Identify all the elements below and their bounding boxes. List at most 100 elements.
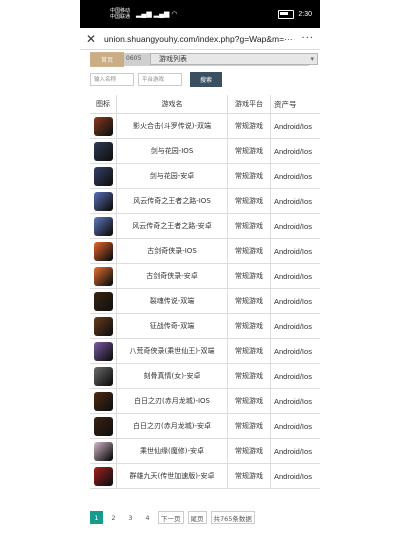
game-asset: Android/Ios (270, 113, 320, 139)
game-asset: Android/Ios (270, 163, 320, 189)
game-name[interactable]: 影火合击(斗罗传说)-双端 (116, 113, 228, 139)
table-row[interactable]: 八荒奇侠录(乘世仙王)-双端 常规游戏 Android/Ios (90, 338, 320, 364)
phone-screen: 中国移动 中国联通 ▂▄▆ ▂▄▆ ◠ 2:30 ✕ union.shuangy… (80, 0, 320, 533)
game-name[interactable]: 群雄九天(传世加速版)-安卓 (116, 463, 228, 489)
game-platform: 常规游戏 (227, 363, 271, 389)
game-name[interactable]: 白日之刃(赤月龙城)-IOS (116, 388, 228, 414)
game-asset: Android/Ios (270, 338, 320, 364)
clock: 2:30 (298, 10, 312, 18)
game-name[interactable]: 古剑奇侠录-IOS (116, 238, 228, 264)
game-name[interactable]: 乘世仙缘(魔修)-安卓 (116, 438, 228, 464)
game-table: 图标 游戏名 游戏平台 资产号 影火合击(斗罗传说)-双端 常规游戏 Android… (90, 95, 320, 489)
game-asset: Android/Ios (270, 288, 320, 314)
header-name: 游戏名 (116, 95, 228, 114)
game-name[interactable]: 剑与花园-安卓 (116, 163, 228, 189)
table-row[interactable]: 群雄九天(传世加速版)-安卓 常规游戏 Android/Ios (90, 463, 320, 489)
search-button[interactable]: 搜索 (190, 71, 222, 87)
game-platform: 常规游戏 (227, 238, 271, 264)
game-asset: Android/Ios (270, 263, 320, 289)
filter-bar: 输入名称 平台游戏 搜索 (90, 71, 310, 87)
table-row[interactable]: 影火合击(斗罗传说)-双端 常规游戏 Android/Ios (90, 113, 320, 139)
game-icon[interactable] (93, 291, 113, 311)
close-icon[interactable]: ✕ (86, 32, 100, 46)
game-icon[interactable] (93, 341, 113, 361)
game-icon[interactable] (93, 116, 113, 136)
page-3[interactable]: 3 (124, 511, 137, 524)
game-asset: Android/Ios (270, 363, 320, 389)
game-platform: 常规游戏 (227, 438, 271, 464)
game-icon[interactable] (93, 416, 113, 436)
game-icon[interactable] (93, 391, 113, 411)
game-icon[interactable] (93, 466, 113, 486)
header-asset: 资产号 (270, 95, 320, 114)
last-page-button[interactable]: 尾页 (187, 511, 207, 524)
game-platform: 常规游戏 (227, 388, 271, 414)
page-1[interactable]: 1 (90, 511, 103, 524)
game-asset: Android/Ios (270, 138, 320, 164)
game-name[interactable]: 八荒奇侠录(乘世仙王)-双端 (116, 338, 228, 364)
game-asset: Android/Ios (270, 238, 320, 264)
table-row[interactable]: 古剑奇侠录-安卓 常规游戏 Android/Ios (90, 263, 320, 289)
game-name[interactable]: 古剑奇侠录-安卓 (116, 263, 228, 289)
table-row[interactable]: 剑与花园-IOS 常规游戏 Android/Ios (90, 138, 320, 164)
game-name[interactable]: 风云传奇之王者之路-安卓 (116, 213, 228, 239)
table-row[interactable]: 白日之刃(赤月龙城)-IOS 常规游戏 Android/Ios (90, 388, 320, 414)
game-platform: 常规游戏 (227, 113, 271, 139)
game-name[interactable]: 风云传奇之王者之路-IOS (116, 188, 228, 214)
signal-icon: ▂▄▆ ▂▄▆ ◠ (136, 11, 178, 18)
game-platform: 常规游戏 (227, 188, 271, 214)
game-name[interactable]: 征战传奇-双端 (116, 313, 228, 339)
header-icon: 图标 (90, 95, 117, 114)
platform-select[interactable]: 平台游戏 (138, 72, 182, 86)
game-platform: 常规游戏 (227, 263, 271, 289)
game-icon[interactable] (93, 216, 113, 236)
game-name[interactable]: 裂魂传说-双端 (116, 288, 228, 314)
game-platform: 常规游戏 (227, 463, 271, 489)
game-asset: Android/Ios (270, 438, 320, 464)
table-row[interactable]: 乘世仙缘(魔修)-安卓 常规游戏 Android/Ios (90, 438, 320, 464)
game-platform: 常规游戏 (227, 213, 271, 239)
header-platform: 游戏平台 (227, 95, 271, 114)
game-list-select[interactable]: 游戏列表 (150, 53, 318, 65)
game-name[interactable]: 剑与花园-IOS (116, 138, 228, 164)
next-page-button[interactable]: 下一页 (158, 511, 184, 524)
game-platform: 常规游戏 (227, 313, 271, 339)
game-asset: Android/Ios (270, 463, 320, 489)
url-text[interactable]: union.shuangyouhy.com/index.php?g=Wap&m=… (100, 34, 301, 44)
table-row[interactable]: 白日之刃(赤月龙城)-安卓 常规游戏 Android/Ios (90, 413, 320, 439)
game-icon[interactable] (93, 366, 113, 386)
game-name[interactable]: 白日之刃(赤月龙城)-安卓 (116, 413, 228, 439)
page-2[interactable]: 2 (107, 511, 120, 524)
game-platform: 常规游戏 (227, 138, 271, 164)
table-row[interactable]: 征战传奇-双端 常规游戏 Android/Ios (90, 313, 320, 339)
table-row[interactable]: 剑与花园-安卓 常规游戏 Android/Ios (90, 163, 320, 189)
game-asset: Android/Ios (270, 313, 320, 339)
game-platform: 常规游戏 (227, 413, 271, 439)
home-button[interactable]: 首页 (90, 52, 124, 67)
table-row[interactable]: 裂魂传说-双端 常规游戏 Android/Ios (90, 288, 320, 314)
game-icon[interactable] (93, 166, 113, 186)
battery-icon (278, 9, 295, 19)
browser-url-bar[interactable]: ✕ union.shuangyouhy.com/index.php?g=Wap&… (80, 28, 320, 50)
more-icon[interactable]: ··· (301, 33, 314, 44)
game-name[interactable]: 刻骨真情(女)-安卓 (116, 363, 228, 389)
game-icon[interactable] (93, 241, 113, 261)
table-row[interactable]: 风云传奇之王者之路-安卓 常规游戏 Android/Ios (90, 213, 320, 239)
table-row[interactable]: 风云传奇之王者之路-IOS 常规游戏 Android/Ios (90, 188, 320, 214)
game-icon[interactable] (93, 141, 113, 161)
game-icon[interactable] (93, 191, 113, 211)
table-row[interactable]: 刻骨真情(女)-安卓 常规游戏 Android/Ios (90, 363, 320, 389)
table-row[interactable]: 古剑奇侠录-IOS 常规游戏 Android/Ios (90, 238, 320, 264)
page-4[interactable]: 4 (141, 511, 154, 524)
game-platform: 常规游戏 (227, 338, 271, 364)
status-bar: 中国移动 中国联通 ▂▄▆ ▂▄▆ ◠ 2:30 (80, 0, 320, 28)
game-asset: Android/Ios (270, 413, 320, 439)
game-asset: Android/Ios (270, 188, 320, 214)
table-header: 图标 游戏名 游戏平台 资产号 (90, 95, 320, 114)
game-icon[interactable] (93, 266, 113, 286)
game-asset: Android/Ios (270, 388, 320, 414)
name-input[interactable]: 输入名称 (90, 72, 134, 86)
game-icon[interactable] (93, 316, 113, 336)
total-count: 共765条数据 (210, 511, 255, 524)
game-icon[interactable] (93, 441, 113, 461)
